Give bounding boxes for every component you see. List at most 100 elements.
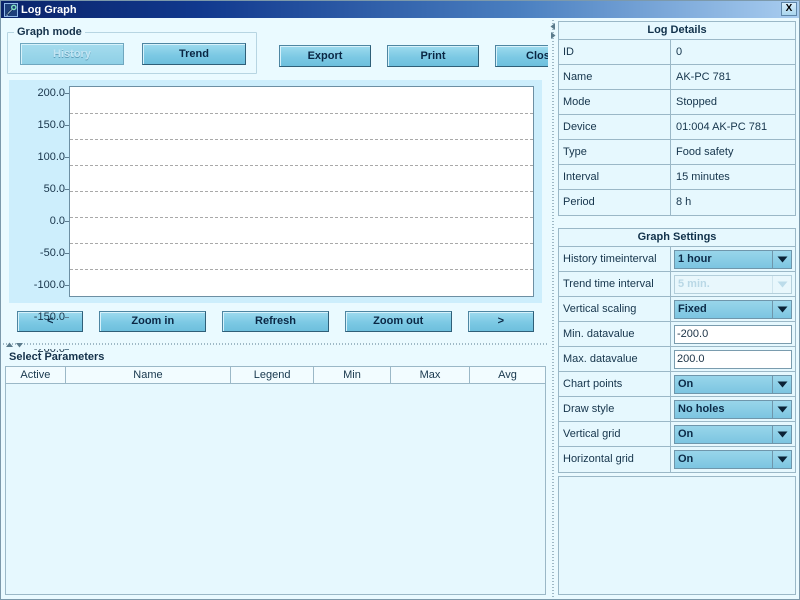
chart-gridline (70, 191, 533, 193)
collapse-up-icon[interactable] (5, 340, 14, 348)
y-axis-tick-label: -150.0 (33, 311, 65, 323)
zoom-in-button[interactable]: Zoom in (99, 311, 207, 332)
graph-setting-widget: On (671, 424, 795, 444)
select-parameters-section: Select Parameters Active Name Legend Min Max… (3, 349, 548, 598)
chart-plot-wrapper (69, 86, 534, 297)
history-button[interactable]: History (20, 43, 124, 65)
vertical-splitter[interactable] (548, 20, 558, 597)
y-axis-tick-label: 100.0 (37, 151, 65, 163)
export-button[interactable]: Export (279, 45, 371, 67)
chevron-down-icon[interactable] (773, 375, 791, 393)
wrench-icon (4, 2, 18, 17)
vertical-scaling-select[interactable]: Fixed (674, 299, 792, 319)
chart-nav-buttons: < Zoom in Refresh Zoom out > (3, 303, 548, 339)
log-detail-row: Device 01:004 AK-PC 781 (559, 115, 795, 140)
log-detail-row: Period 8 h (559, 190, 795, 215)
collapse-left-icon[interactable] (549, 22, 557, 31)
chart-plot-area[interactable] (69, 86, 534, 297)
parameters-column-header[interactable]: Avg (469, 366, 545, 384)
y-axis-tick-mark (65, 349, 69, 350)
graph-setting-row: Max. datavalue (559, 347, 795, 372)
graph-setting-row: Vertical scaling Fixed (559, 297, 795, 322)
parameters-table: Active Name Legend Min Max Avg (5, 365, 546, 595)
log-detail-row: Interval 15 minutes (559, 165, 795, 190)
graph-setting-widget: On (671, 374, 795, 394)
top-action-buttons: Export Print Close (279, 45, 587, 67)
parameters-column-header[interactable]: Active (6, 366, 66, 384)
max-datavalue-input[interactable] (674, 349, 792, 369)
graph-mode-buttons: History Trend (20, 43, 246, 65)
window-body: Graph mode History Trend Export Print Cl… (1, 18, 799, 599)
graph-settings-title: Graph Settings (559, 229, 795, 247)
graph-mode-label: Graph mode (14, 26, 85, 38)
splitter-arrows[interactable] (549, 22, 557, 40)
chevron-down-icon[interactable] (773, 400, 791, 418)
chart-points-select[interactable]: On (674, 374, 792, 394)
graph-setting-widget: No holes (671, 399, 795, 419)
next-button[interactable]: > (467, 311, 534, 332)
horizontal-splitter[interactable] (3, 338, 548, 349)
right-pane: Log Details ID 0 Name AK-PC 781 Mode Stopped D… (558, 20, 798, 597)
graph-mode-group: Graph mode History Trend (7, 26, 257, 74)
graph-setting-row: Min. datavalue (559, 322, 795, 347)
draw-style-select[interactable]: No holes (674, 399, 792, 419)
chart-gridline (70, 243, 533, 245)
window-close-icon[interactable]: X (781, 2, 797, 16)
graph-setting-widget (671, 349, 795, 369)
graph-setting-label: History timeinterval (559, 247, 671, 271)
graph-setting-label: Chart points (559, 372, 671, 396)
refresh-button[interactable]: Refresh (222, 311, 329, 332)
log-detail-value: AK-PC 781 (676, 71, 732, 83)
select-value: On (675, 425, 773, 443)
collapse-down-icon[interactable] (15, 340, 24, 348)
log-details-title: Log Details (559, 22, 795, 40)
log-detail-row: Type Food safety (559, 140, 795, 165)
horizontal-grid-select[interactable]: On (674, 450, 792, 469)
chevron-down-icon[interactable] (773, 300, 791, 318)
parameters-column-header[interactable]: Legend (231, 366, 314, 384)
log-detail-key: Device (559, 115, 671, 139)
graph-setting-widget: 5 min. (671, 274, 795, 294)
y-axis-tick-label: 0.0 (49, 215, 65, 227)
parameters-column-header[interactable]: Max (391, 366, 470, 384)
graph-setting-row: Chart points On (559, 372, 795, 397)
print-button[interactable]: Print (387, 45, 479, 67)
collapse-right-icon[interactable] (549, 31, 557, 40)
chart-gridline (70, 269, 533, 271)
vertical-grid-select[interactable]: On (674, 424, 792, 444)
log-detail-value: 8 h (676, 196, 692, 208)
log-detail-key: ID (559, 40, 671, 64)
log-detail-row: Mode Stopped (559, 90, 795, 115)
chart-gridline (70, 113, 533, 115)
select-value: 5 min. (675, 275, 773, 293)
chevron-down-icon (773, 275, 791, 293)
log-detail-key: Mode (559, 90, 671, 114)
log-detail-value: 15 minutes (676, 171, 730, 183)
chart-gridline (70, 217, 533, 219)
left-pane: Graph mode History Trend Export Print Cl… (3, 20, 587, 598)
parameters-column-header[interactable]: Min (314, 366, 392, 384)
parameters-table-body[interactable] (6, 383, 545, 594)
min-datavalue-input[interactable] (674, 324, 792, 344)
chevron-down-icon[interactable] (773, 425, 791, 443)
trend-time-interval-select: 5 min. (674, 274, 792, 294)
graph-setting-widget: Fixed (671, 299, 795, 319)
graph-setting-row: Trend time interval 5 min. (559, 272, 795, 297)
log-graph-window: Log Graph X Graph mode History Trend Exp… (0, 0, 800, 600)
graph-settings-panel: Graph Settings History timeinterval 1 hou… (558, 228, 796, 473)
select-value: Fixed (675, 300, 773, 318)
history-timeinterval-select[interactable]: 1 hour (674, 249, 792, 269)
trend-button[interactable]: Trend (142, 43, 246, 65)
log-detail-value: Food safety (676, 146, 734, 158)
parameters-column-header[interactable]: Name (65, 366, 232, 384)
y-axis-tick-label: -100.0 (33, 279, 65, 291)
graph-setting-widget: On (671, 450, 795, 469)
window-titlebar: Log Graph X (1, 1, 799, 18)
zoom-out-button[interactable]: Zoom out (344, 311, 452, 332)
log-details-panel: Log Details ID 0 Name AK-PC 781 Mode Stopped D… (558, 21, 796, 216)
chart-gridline (70, 165, 533, 167)
select-value: On (675, 451, 773, 468)
chevron-down-icon[interactable] (773, 250, 791, 268)
chevron-down-icon[interactable] (773, 451, 791, 468)
log-detail-key: Period (559, 190, 671, 215)
